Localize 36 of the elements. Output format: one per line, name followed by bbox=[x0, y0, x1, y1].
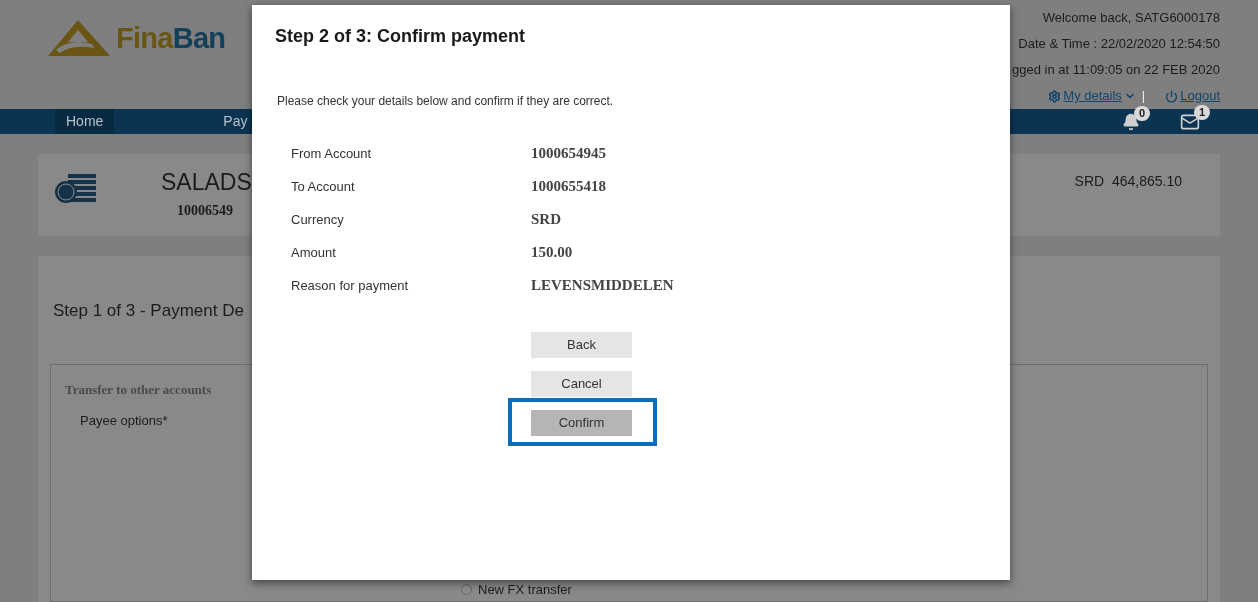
detail-label: To Account bbox=[291, 177, 356, 196]
dialog-title: Step 2 of 3: Confirm payment bbox=[275, 25, 526, 48]
settings-icon bbox=[1048, 89, 1062, 103]
detail-value: 150.00 bbox=[531, 243, 573, 263]
nav-tab[interactable]: Home bbox=[55, 109, 115, 134]
dialog-button[interactable]: Cancel bbox=[531, 371, 632, 397]
power-icon bbox=[1165, 89, 1179, 103]
dialog-intro: Please check your details below and confirm if they are correct. bbox=[277, 93, 614, 110]
detail-label: Reason for payment bbox=[291, 276, 410, 295]
section-title: Transfer to other accounts bbox=[65, 380, 212, 399]
detail-label: Currency bbox=[291, 210, 345, 229]
account-balance: SRD 464,865.10 bbox=[1074, 172, 1182, 191]
welcome-text: Welcome back, SATG6000178 bbox=[1042, 9, 1220, 27]
detail-label: Amount bbox=[291, 243, 337, 262]
last-login-text: gged in at 11:09:05 on 22 FEB 2020 bbox=[1012, 61, 1220, 79]
notification-count: 0 bbox=[1134, 105, 1151, 121]
detail-value: 1000655418 bbox=[531, 177, 606, 197]
dialog-button[interactable]: Back bbox=[531, 332, 632, 358]
message-count: 1 bbox=[1194, 104, 1211, 120]
radio-button[interactable] bbox=[461, 584, 472, 595]
detail-value: SRD bbox=[531, 210, 561, 230]
detail-value: LEVENSMIDDELEN bbox=[531, 276, 674, 296]
dialog-button[interactable]: Confirm bbox=[531, 410, 632, 436]
logo-icon bbox=[48, 20, 110, 56]
detail-label: From Account bbox=[291, 144, 373, 163]
payee-options-label: Payee options* bbox=[80, 412, 168, 430]
date-time-text: Date & Time : 22/02/2020 12:54:50 bbox=[1018, 35, 1220, 53]
detail-value: 1000654945 bbox=[531, 144, 606, 164]
logo-wordmark: FinaBan bbox=[116, 23, 226, 53]
account-number: 10006549 bbox=[177, 202, 234, 220]
bell-icon[interactable] bbox=[1122, 112, 1140, 131]
separator-text: | bbox=[1141, 87, 1146, 105]
coins-icon bbox=[54, 172, 96, 204]
account-name: SALADS bbox=[161, 168, 252, 196]
form-title: Step 1 of 3 - Payment De bbox=[53, 300, 244, 322]
radio-label: New FX transfer bbox=[478, 582, 572, 597]
